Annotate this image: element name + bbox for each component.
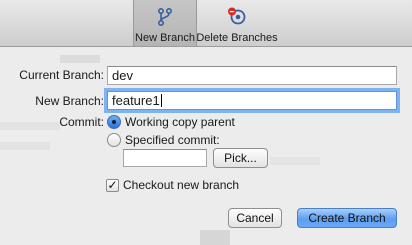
current-branch-label: Current Branch: — [19, 68, 104, 82]
specified-commit-label: Specified commit: — [125, 133, 220, 147]
radio-specified-commit[interactable]: Specified commit: — [107, 133, 220, 147]
radio-specified-commit-indicator[interactable] — [107, 133, 121, 147]
cancel-button[interactable]: Cancel — [228, 208, 282, 228]
radio-working-copy-indicator[interactable] — [107, 115, 121, 129]
new-branch-field-label: New Branch: — [35, 94, 104, 108]
checkout-new-branch-label: Checkout new branch — [123, 178, 240, 192]
pick-commit-button[interactable]: Pick... — [213, 148, 268, 168]
radio-working-copy-parent[interactable]: Working copy parent — [107, 115, 235, 129]
new-branch-value: feature1 — [112, 93, 160, 108]
specified-commit-field[interactable] — [123, 149, 207, 167]
new-branch-tab[interactable]: New Branch — [133, 0, 197, 46]
checkbox-checkmark-icon[interactable]: ✓ — [106, 178, 119, 192]
delete-branches-tab[interactable]: Delete Branches — [196, 0, 278, 46]
delete-branches-label: Delete Branches — [196, 32, 278, 44]
working-copy-parent-label: Working copy parent — [125, 115, 235, 129]
create-branch-sheet: Current Branch: dev New Branch: feature1… — [0, 47, 412, 245]
create-branch-button[interactable]: Create Branch — [297, 208, 397, 228]
commit-label: Commit: — [59, 115, 104, 129]
current-branch-field[interactable]: dev — [107, 66, 397, 85]
new-branch-input[interactable]: feature1 — [107, 91, 397, 110]
new-branch-label: New Branch — [135, 32, 195, 44]
branch-icon — [157, 7, 173, 27]
delete-branch-icon — [228, 7, 246, 25]
toolbar: New Branch Delete Branches — [0, 0, 412, 47]
checkout-new-branch-checkbox[interactable]: ✓ Checkout new branch — [106, 178, 239, 192]
current-branch-value: dev — [112, 68, 133, 83]
text-caret — [160, 94, 162, 107]
